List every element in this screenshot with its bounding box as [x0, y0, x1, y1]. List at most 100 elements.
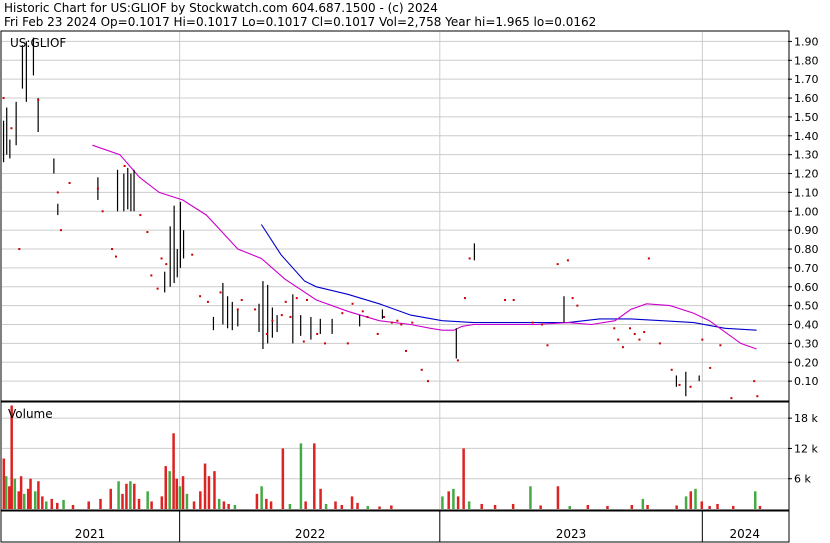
volume-bar [178, 486, 182, 509]
volume-bar [41, 496, 44, 509]
volume-bar [26, 488, 30, 509]
price-point [427, 380, 430, 383]
price-point [678, 383, 681, 386]
volume-tick-label: 6 k [794, 473, 811, 486]
price-point [613, 327, 616, 330]
price-tick-label: 0.50 [794, 300, 819, 313]
volume-bar [222, 501, 226, 509]
price-point [463, 297, 466, 300]
stock-chart: 1.90 1.80 1.70 1.60 1.50 1.40 1.30 1.20 1.10 1.00… [0, 30, 819, 543]
price-tick-label: 1.60 [794, 92, 819, 105]
price-point [468, 257, 471, 260]
volume-bar [299, 443, 303, 509]
volume-bar [8, 486, 11, 509]
volume-tick-label: 12 k [794, 442, 818, 455]
price-point [689, 385, 692, 388]
price-point [289, 315, 292, 318]
price-point [540, 323, 543, 326]
price-point [236, 308, 239, 311]
volume-bar [125, 483, 128, 509]
volume-bar [511, 503, 515, 509]
volume-bar [185, 493, 189, 509]
volume-bar [260, 486, 263, 509]
volume-bar [175, 478, 178, 509]
price-point [191, 253, 194, 256]
price-point [346, 342, 349, 345]
volume-bar [192, 501, 196, 509]
price-point [302, 340, 305, 343]
price-point [621, 346, 624, 349]
volume-bar [313, 443, 316, 509]
price-point [504, 298, 507, 301]
price-point [361, 310, 364, 313]
price-point [280, 314, 283, 317]
price-tick-label: 1.30 [794, 149, 819, 162]
volume-bar [456, 496, 460, 509]
volume-bar [207, 476, 211, 509]
price-point [420, 368, 423, 371]
volume-bar [13, 478, 17, 509]
volume-bar [2, 458, 6, 509]
volume-bar [452, 488, 455, 509]
volume-bar [146, 491, 149, 509]
volume-bar [731, 505, 735, 509]
price-point [576, 304, 579, 307]
price-point [324, 342, 327, 345]
volume-bar [708, 505, 711, 509]
volume-bar [160, 496, 164, 509]
price-point [96, 187, 99, 190]
volume-bar [23, 493, 26, 509]
volume-bar [181, 476, 185, 509]
volume-tick-label: 18 k [794, 412, 818, 425]
price-point [305, 298, 308, 301]
price-point [566, 259, 569, 262]
price-tick-label: 0.40 [794, 319, 819, 332]
volume-bar [689, 491, 693, 509]
volume-bar [366, 505, 369, 509]
date-axis-label-2021: 2021 [75, 527, 106, 541]
price-point [56, 191, 59, 194]
price-point [341, 312, 344, 315]
volume-panel-title: Volume [8, 407, 53, 421]
volume-bar [350, 496, 354, 509]
volume-bar [29, 478, 32, 509]
volume-bar [556, 486, 560, 509]
date-axis-label-2022: 2022 [295, 527, 326, 541]
price-tick-label: 0.60 [794, 281, 819, 294]
price-point [400, 323, 403, 326]
price-point [111, 248, 114, 251]
price-point [18, 248, 21, 251]
price-point [512, 298, 515, 301]
volume-bar [255, 493, 259, 509]
volume-bar [529, 486, 532, 509]
price-tick-label: 1.80 [794, 54, 819, 67]
price-point [2, 97, 5, 100]
price-tick-label: 1.70 [794, 73, 819, 86]
price-point [376, 332, 379, 335]
volume-bar [10, 405, 13, 509]
price-point [351, 302, 354, 305]
volume-bar [462, 448, 465, 509]
price-point [556, 263, 559, 266]
price-panel-title: US:GLIOF [10, 36, 66, 50]
price-point [756, 395, 759, 398]
price-point [219, 291, 222, 294]
volume-bar [630, 504, 634, 509]
volume-bar [71, 504, 75, 509]
date-axis-label-2024: 2024 [729, 527, 760, 541]
volume-bar [199, 491, 202, 509]
volume-bar [753, 491, 757, 509]
volume-bar [480, 503, 483, 509]
volume-bar [37, 481, 40, 509]
price-point [150, 274, 153, 277]
price-point [240, 298, 243, 301]
volume-bar [87, 501, 90, 509]
price-tick-label: 1.20 [794, 168, 819, 181]
volume-bar [281, 448, 285, 509]
price-tick-label: 1.90 [794, 35, 819, 48]
price-point [123, 164, 126, 167]
price-point [647, 257, 650, 260]
volume-bar [4, 476, 8, 509]
price-point [753, 380, 756, 383]
volume-bar [606, 505, 609, 509]
